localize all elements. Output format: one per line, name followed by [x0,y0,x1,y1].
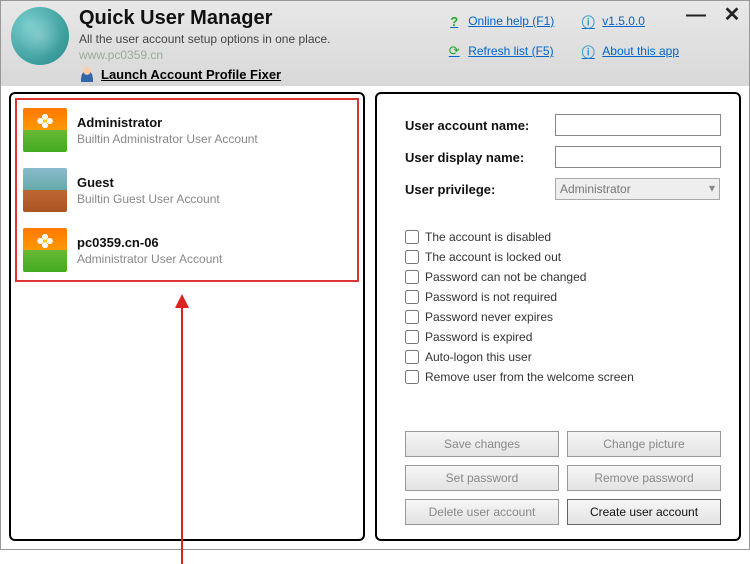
app-subtitle: All the user account setup options in on… [79,32,331,46]
launch-profile-fixer-link[interactable]: Launch Account Profile Fixer [79,66,331,82]
annotation-arrow-icon [181,304,183,564]
account-name-label: User account name: [405,118,555,133]
check-disabled[interactable]: The account is disabled [405,230,721,244]
check-remove-welcome[interactable]: Remove user from the welcome screen [405,370,721,384]
minimize-button[interactable]: — [685,5,707,27]
info-icon: ⓘ [580,13,596,29]
app-window: Quick User Manager All the user account … [0,0,750,550]
user-name: Guest [77,175,220,190]
user-detail-panel: User account name: User display name: Us… [375,92,741,541]
list-item[interactable]: Guest Builtin Guest User Account [17,160,357,220]
info-icon: ⓘ [580,43,596,59]
checkbox[interactable] [405,230,419,244]
set-password-button[interactable]: Set password [405,465,559,491]
privilege-select[interactable] [555,178,720,200]
list-item[interactable]: Administrator Builtin Administrator User… [17,100,357,160]
check-locked[interactable]: The account is locked out [405,250,721,264]
check-autologon[interactable]: Auto-logon this user [405,350,721,364]
display-name-input[interactable] [555,146,721,168]
version-link[interactable]: ⓘv1.5.0.0 [580,13,679,29]
app-logo-icon [11,7,69,65]
checkbox[interactable] [405,310,419,324]
button-group: Save changes Change picture Set password… [405,413,721,525]
close-button[interactable]: ✕ [721,5,743,27]
watermark-text: www.pc0359.cn [79,48,331,62]
check-pw-neverexpires[interactable]: Password never expires [405,310,721,324]
remove-password-button[interactable]: Remove password [567,465,721,491]
user-name: pc0359.cn-06 [77,235,222,250]
checkbox-group: The account is disabled The account is l… [405,230,721,384]
avatar [23,108,67,152]
checkbox[interactable] [405,370,419,384]
checkbox[interactable] [405,250,419,264]
about-app-link[interactable]: ⓘAbout this app [580,43,679,59]
app-title: Quick User Manager [79,7,331,30]
user-name: Administrator [77,115,258,130]
user-desc: Builtin Administrator User Account [77,132,258,146]
delete-user-button[interactable]: Delete user account [405,499,559,525]
user-list: Administrator Builtin Administrator User… [15,98,359,282]
header-link-group: ?Online help (F1) ⓘv1.5.0.0 ⟳Refresh lis… [446,13,679,59]
avatar [23,168,67,212]
checkbox[interactable] [405,270,419,284]
person-icon [79,66,95,82]
refresh-list-link[interactable]: ⟳Refresh list (F5) [446,43,554,59]
privilege-label: User privilege: [405,182,555,197]
checkbox[interactable] [405,350,419,364]
checkbox[interactable] [405,330,419,344]
user-list-panel: Administrator Builtin Administrator User… [9,92,365,541]
refresh-icon: ⟳ [446,43,462,59]
main-body: Administrator Builtin Administrator User… [1,86,749,549]
avatar [23,228,67,272]
user-desc: Builtin Guest User Account [77,192,220,206]
list-item[interactable]: pc0359.cn-06 Administrator User Account [17,220,357,280]
header: Quick User Manager All the user account … [1,1,749,86]
change-picture-button[interactable]: Change picture [567,431,721,457]
help-icon: ? [446,13,462,29]
account-name-input[interactable] [555,114,721,136]
launch-link-label: Launch Account Profile Fixer [101,67,281,82]
checkbox[interactable] [405,290,419,304]
save-changes-button[interactable]: Save changes [405,431,559,457]
user-desc: Administrator User Account [77,252,222,266]
check-pw-notrequired[interactable]: Password is not required [405,290,721,304]
online-help-link[interactable]: ?Online help (F1) [446,13,554,29]
check-pw-nochange[interactable]: Password can not be changed [405,270,721,284]
create-user-button[interactable]: Create user account [567,499,721,525]
check-pw-expired[interactable]: Password is expired [405,330,721,344]
display-name-label: User display name: [405,150,555,165]
